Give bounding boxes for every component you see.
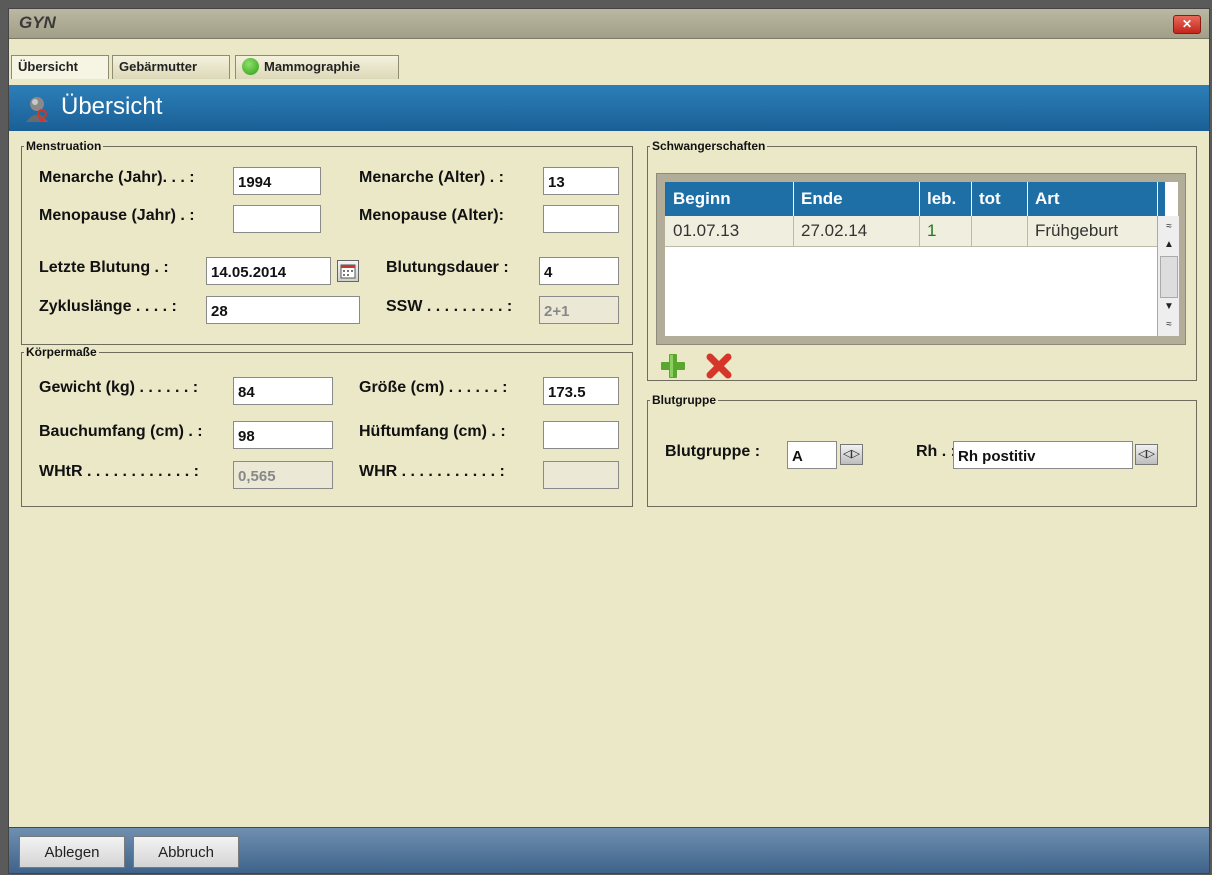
column-header-tot[interactable]: tot — [979, 189, 1001, 209]
page-header: Übersicht — [9, 85, 1209, 131]
tab-mammographie-label: Mammographie — [264, 59, 361, 74]
rh-label: Rh . : — [916, 443, 956, 460]
letzte-blutung-input[interactable]: 14.05.2014 — [206, 257, 331, 285]
column-header-beginn[interactable]: Beginn — [673, 189, 731, 209]
menstruation-group: Menstruation Menarche (Jahr). . . : 1994… — [21, 139, 633, 345]
letzte-blutung-label: Letzte Blutung . : — [39, 259, 169, 276]
column-separator — [919, 216, 920, 246]
window-title: GYN — [19, 13, 56, 32]
bauchumfang-label: Bauchumfang (cm) . : — [39, 423, 203, 440]
menopause-alter-label: Menopause (Alter): — [359, 207, 504, 224]
abbruch-button[interactable]: Abbruch — [133, 836, 239, 868]
pregnancy-table: Beginn Ende leb. tot Art 01.07.13 27.02.… — [665, 182, 1179, 336]
rh-spinner-icon[interactable]: ◁▷ — [1135, 444, 1158, 465]
column-separator — [1157, 182, 1158, 216]
bauchumfang-input[interactable]: 98 — [233, 421, 333, 449]
tab-bar: Übersicht Gebärmutter Mammographie — [9, 39, 1209, 79]
schwangerschaften-group: Schwangerschaften Beginn Ende leb. tot A… — [647, 139, 1197, 381]
koerpermasse-group: Körpermaße Gewicht (kg) . . . . . . : 84… — [21, 345, 633, 507]
rh-input[interactable]: Rh postitiv — [953, 441, 1133, 469]
calendar-picker-icon[interactable] — [337, 260, 359, 282]
scroll-top-icon[interactable]: ≈ — [1159, 218, 1179, 236]
column-separator — [793, 182, 794, 216]
column-separator — [1027, 182, 1028, 216]
gyn-window: GYN ✕ Übersicht Gebärmutter Mammographie… — [8, 8, 1210, 874]
whr-field — [543, 461, 619, 489]
hueftumfang-label: Hüftumfang (cm) . : — [359, 423, 506, 440]
menarche-jahr-input[interactable]: 1994 — [233, 167, 321, 195]
blutgruppe-label: Blutgruppe : — [665, 443, 761, 460]
whtr-label: WHtR . . . . . . . . . . . . : — [39, 463, 199, 480]
menstruation-legend: Menstruation — [26, 139, 102, 153]
scroll-up-icon[interactable]: ▲ — [1159, 236, 1179, 254]
menarche-jahr-label: Menarche (Jahr). . . : — [39, 169, 195, 186]
scroll-bottom-icon[interactable]: ≈ — [1159, 316, 1179, 334]
hueftumfang-input[interactable] — [543, 421, 619, 449]
title-bar: GYN ✕ — [9, 9, 1209, 39]
menarche-alter-input[interactable]: 13 — [543, 167, 619, 195]
gewicht-input[interactable]: 84 — [233, 377, 333, 405]
menopause-jahr-input[interactable] — [233, 205, 321, 233]
close-button[interactable]: ✕ — [1173, 15, 1201, 34]
whr-label: WHR . . . . . . . . . . . : — [359, 463, 505, 480]
tab-gebaermutter-label: Gebärmutter — [119, 59, 198, 74]
status-indicator-icon — [242, 58, 259, 75]
tab-mammographie[interactable]: Mammographie — [235, 55, 399, 79]
column-header-leb[interactable]: leb. — [927, 189, 956, 209]
tab-uebersicht-label: Übersicht — [18, 59, 78, 74]
page-title: Übersicht — [61, 93, 163, 120]
column-separator — [919, 182, 920, 216]
tab-gebaermutter[interactable]: Gebärmutter — [112, 55, 230, 79]
cell-art: Frühgeburt — [1035, 221, 1119, 240]
column-separator — [1027, 216, 1028, 246]
zykluslaenge-input[interactable]: 28 — [206, 296, 360, 324]
zykluslaenge-label: Zykluslänge . . . . : — [39, 298, 177, 315]
ablegen-button[interactable]: Ablegen — [19, 836, 125, 868]
groesse-label: Größe (cm) . . . . . . : — [359, 379, 508, 396]
gewicht-label: Gewicht (kg) . . . . . . : — [39, 379, 199, 396]
blutungsdauer-input[interactable]: 4 — [539, 257, 619, 285]
cell-leb: 1 — [927, 221, 937, 240]
blutgruppe-input[interactable]: A — [787, 441, 837, 469]
groesse-input[interactable]: 173.5 — [543, 377, 619, 405]
scrollbar-thumb[interactable] — [1160, 256, 1178, 298]
pregnancy-table-frame: Beginn Ende leb. tot Art 01.07.13 27.02.… — [656, 173, 1186, 345]
blutungsdauer-label: Blutungsdauer : — [386, 259, 509, 276]
table-header: Beginn Ende leb. tot Art — [665, 182, 1165, 216]
calendar-icon — [340, 264, 356, 279]
footer-bar: Ablegen Abbruch — [9, 827, 1209, 873]
menarche-alter-label: Menarche (Alter) . : — [359, 169, 504, 186]
koerpermasse-legend: Körpermaße — [26, 345, 97, 359]
blutgruppe-legend: Blutgruppe — [652, 393, 716, 407]
column-separator — [971, 182, 972, 216]
column-header-ende[interactable]: Ende — [801, 189, 843, 209]
column-header-art[interactable]: Art — [1035, 189, 1060, 209]
schwangerschaften-legend: Schwangerschaften — [652, 139, 766, 153]
cell-ende: 27.02.14 — [801, 221, 868, 240]
scroll-down-icon[interactable]: ▼ — [1159, 298, 1179, 316]
table-row[interactable]: 01.07.13 27.02.14 1 Frühgeburt — [665, 216, 1157, 247]
patient-icon — [26, 97, 48, 122]
delete-x-icon[interactable] — [704, 351, 734, 381]
blutgruppe-spinner-icon[interactable]: ◁▷ — [840, 444, 863, 465]
ssw-label: SSW . . . . . . . . . : — [386, 298, 513, 315]
tab-uebersicht[interactable]: Übersicht — [11, 55, 109, 79]
table-scrollbar[interactable]: ≈ ▲ ▼ ≈ — [1157, 216, 1179, 336]
menopause-alter-input[interactable] — [543, 205, 619, 233]
ssw-field: 2+1 — [539, 296, 619, 324]
plus-icon[interactable] — [658, 351, 688, 381]
menopause-jahr-label: Menopause (Jahr) . : — [39, 207, 195, 224]
cell-beginn: 01.07.13 — [673, 221, 740, 240]
column-separator — [971, 216, 972, 246]
whtr-field: 0,565 — [233, 461, 333, 489]
blutgruppe-group: Blutgruppe Blutgruppe : A ◁▷ Rh . : Rh p… — [647, 393, 1197, 507]
column-separator — [793, 216, 794, 246]
